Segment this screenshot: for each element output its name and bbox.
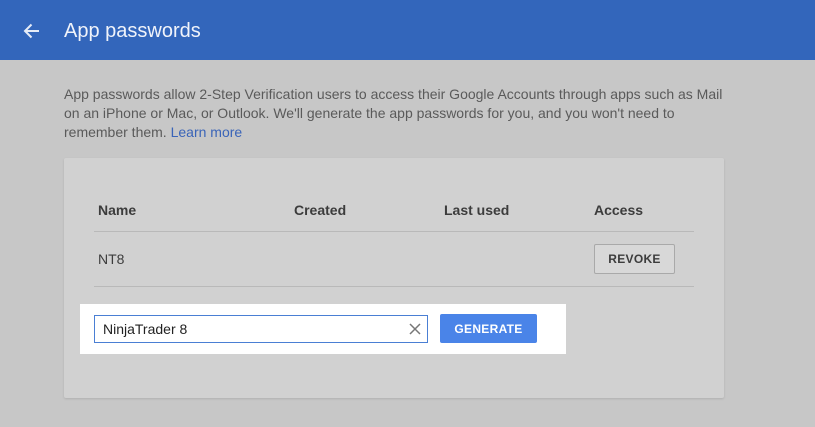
clear-input-button[interactable] bbox=[407, 321, 423, 337]
column-header-last-used: Last used bbox=[444, 202, 510, 218]
revoke-button[interactable]: REVOKE bbox=[594, 244, 675, 274]
page-title: App passwords bbox=[64, 20, 201, 42]
app-header: App passwords bbox=[0, 0, 815, 60]
arrow-left-icon bbox=[23, 23, 39, 39]
intro-text: App passwords allow 2-Step Verification … bbox=[64, 86, 723, 140]
back-button[interactable] bbox=[18, 18, 44, 44]
table-divider bbox=[94, 231, 694, 232]
column-header-name: Name bbox=[98, 202, 137, 218]
app-passwords-card bbox=[64, 158, 724, 398]
table-row-name: NT8 bbox=[98, 251, 125, 267]
close-icon bbox=[409, 323, 421, 335]
intro-description: App passwords allow 2-Step Verification … bbox=[64, 85, 724, 142]
column-header-created: Created bbox=[294, 202, 347, 218]
app-name-input[interactable] bbox=[95, 316, 395, 342]
learn-more-link[interactable]: Learn more bbox=[171, 124, 243, 140]
column-header-access: Access bbox=[594, 202, 644, 218]
app-name-field bbox=[94, 315, 428, 343]
table-divider bbox=[94, 286, 694, 287]
generate-button[interactable]: GENERATE bbox=[440, 314, 537, 343]
